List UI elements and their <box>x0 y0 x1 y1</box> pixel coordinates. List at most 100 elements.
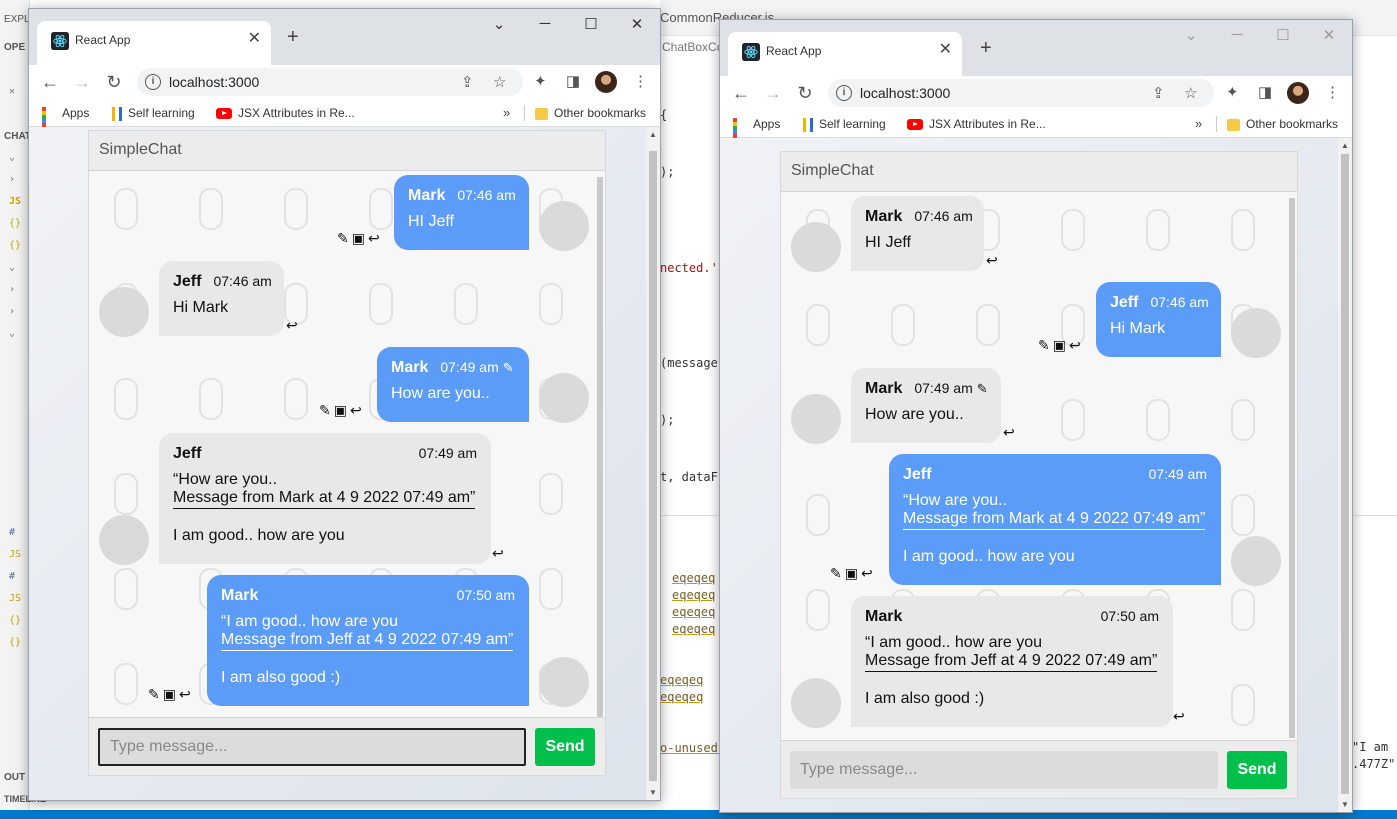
chat-scrollbar-thumb[interactable] <box>1289 198 1295 738</box>
archive-icon[interactable]: ▣ <box>163 686 177 703</box>
message-bubble[interactable]: Mark 07:49 am ✎ How are you.. <box>377 347 529 422</box>
archive-icon[interactable]: ▣ <box>1053 337 1067 354</box>
extensions-puzzle-icon[interactable]: ✦ <box>1226 83 1239 101</box>
tab-search-icon[interactable]: ⌄ <box>1181 26 1201 44</box>
profile-avatar[interactable] <box>595 71 617 93</box>
outline-label[interactable]: OUT <box>4 772 25 783</box>
message-bubble[interactable]: Mark 07:49 am ✎ How are you.. <box>851 368 1001 443</box>
quoted-message[interactable]: “I am good.. how are you Message from Jef… <box>865 634 1159 672</box>
message-bubble[interactable]: Jeff 07:49 am “How are you.. Message from … <box>889 454 1221 585</box>
message-input[interactable] <box>790 751 1218 789</box>
maximize-icon[interactable]: ☐ <box>581 15 601 33</box>
bookmark-self-learning[interactable]: Self learning <box>112 106 195 121</box>
terminal-link[interactable]: eqeqeq <box>660 673 703 687</box>
menu-kebab-icon[interactable]: ⋮ <box>633 72 648 90</box>
message-bubble[interactable]: Jeff 07:49 am “How are you.. Message from … <box>159 433 491 564</box>
forward-arrow-icon[interactable]: → <box>762 82 784 104</box>
terminal-link[interactable]: o-unused- <box>660 741 725 755</box>
more-bookmarks-icon[interactable]: » <box>1195 116 1202 131</box>
avatar[interactable] <box>539 657 589 707</box>
avatar[interactable] <box>791 394 841 444</box>
bookmark-jsx-attributes[interactable]: JSX Attributes in Re... <box>216 106 355 120</box>
json-file-icon[interactable]: {} <box>9 240 21 251</box>
browser-tab[interactable]: React App ✕ <box>728 32 962 76</box>
quoted-message[interactable]: “How are you.. Message from Mark at 4 9 2… <box>903 492 1207 530</box>
chevron-right-icon[interactable]: › <box>9 284 15 295</box>
breadcrumb[interactable]: ChatBoxCo <box>662 40 723 54</box>
avatar[interactable] <box>539 201 589 251</box>
chevron-down-icon[interactable]: ⌄ <box>9 328 15 339</box>
terminal-link[interactable]: eqeqeq <box>660 690 703 704</box>
bookmark-jsx-attributes[interactable]: JSX Attributes in Re... <box>907 117 1046 131</box>
address-bar[interactable]: i localhost:3000 ⇪ ☆ <box>137 68 523 96</box>
bookmark-self-learning[interactable]: Self learning <box>803 117 886 132</box>
tab-search-icon[interactable]: ⌄ <box>489 15 509 33</box>
pencil-icon[interactable]: ✎ <box>319 402 332 419</box>
message-bubble[interactable]: Mark 07:50 am “I am good.. how are you Mes… <box>851 596 1173 727</box>
reply-icon[interactable]: ↩ <box>1069 337 1082 354</box>
chat-messages[interactable]: Mark 07:46 am HI Jeff ↩ Jeff 07:46 am Hi M… <box>781 192 1297 742</box>
address-bar[interactable]: i localhost:3000 ⇪ ☆ <box>828 79 1214 107</box>
scrollbar-thumb[interactable] <box>1341 154 1349 794</box>
archive-icon[interactable]: ▣ <box>334 402 348 419</box>
terminal-link[interactable]: eqeqeq <box>672 622 715 636</box>
page-scrollbar[interactable]: ▲ ▼ <box>1338 138 1352 812</box>
chat-scrollbar-thumb[interactable] <box>597 177 603 717</box>
avatar[interactable] <box>99 287 149 337</box>
share-icon[interactable]: ⇪ <box>461 73 474 91</box>
archive-icon[interactable]: ▣ <box>845 565 859 582</box>
json-file-icon[interactable]: {} <box>9 637 21 648</box>
json-file-icon[interactable]: {} <box>9 615 21 626</box>
scrollbar-thumb[interactable] <box>649 151 657 781</box>
bookmark-apps[interactable]: Apps <box>733 117 780 154</box>
message-bubble[interactable]: Mark 07:46 am HI Jeff <box>394 175 529 250</box>
quoted-message[interactable]: “How are you.. Message from Mark at 4 9 2… <box>173 471 477 509</box>
chat-messages[interactable]: Mark 07:46 am HI Jeff ✎ ▣ ↩ Jeff 07:46 am Hi… <box>89 171 605 719</box>
message-bubble[interactable]: Mark 07:46 am HI Jeff <box>851 196 984 271</box>
bookmark-star-icon[interactable]: ☆ <box>493 73 506 91</box>
message-bubble[interactable]: Jeff 07:46 am Hi Mark <box>159 261 284 336</box>
avatar[interactable] <box>1231 308 1281 358</box>
page-scrollbar[interactable]: ▲ ▼ <box>646 127 660 800</box>
terminal-link[interactable]: eqeqeq <box>672 588 715 602</box>
reload-icon[interactable]: ↻ <box>794 82 816 104</box>
menu-kebab-icon[interactable]: ⋮ <box>1325 83 1340 101</box>
minimize-icon[interactable]: ─ <box>535 15 555 32</box>
reply-icon[interactable]: ↩ <box>492 545 504 562</box>
avatar[interactable] <box>99 515 149 565</box>
more-bookmarks-icon[interactable]: » <box>503 105 510 120</box>
close-tab-icon[interactable]: ✕ <box>939 41 952 59</box>
open-editors-label[interactable]: OPE <box>4 42 25 53</box>
reply-icon[interactable]: ↩ <box>1173 708 1185 725</box>
pencil-icon[interactable]: ✎ <box>1038 337 1051 354</box>
scroll-up-icon[interactable]: ▲ <box>1341 141 1349 150</box>
back-arrow-icon[interactable]: ← <box>730 82 752 104</box>
pencil-icon[interactable]: ✎ <box>830 565 843 582</box>
browser-tab[interactable]: React App ✕ <box>37 21 271 65</box>
js-file-icon[interactable]: JS <box>9 593 21 604</box>
forward-arrow-icon[interactable]: → <box>71 71 93 93</box>
js-file-icon[interactable]: JS <box>9 549 21 560</box>
reply-icon[interactable]: ↩ <box>986 252 998 269</box>
json-file-icon[interactable]: {} <box>9 218 21 229</box>
side-panel-icon[interactable]: ◨ <box>566 72 580 90</box>
chat-folder-label[interactable]: CHAT <box>4 131 31 142</box>
avatar[interactable] <box>791 222 841 272</box>
chevron-down-icon[interactable]: ⌄ <box>9 152 15 163</box>
reply-icon[interactable]: ↩ <box>861 565 874 582</box>
new-tab-icon[interactable]: + <box>287 25 299 49</box>
scroll-up-icon[interactable]: ▲ <box>649 130 657 139</box>
back-arrow-icon[interactable]: ← <box>39 71 61 93</box>
minimize-icon[interactable]: ─ <box>1227 26 1247 43</box>
send-button[interactable]: Send <box>1227 751 1287 789</box>
quoted-message[interactable]: “I am good.. how are you Message from Jef… <box>221 613 515 651</box>
pencil-icon[interactable]: ✎ <box>148 686 161 703</box>
css-file-icon[interactable]: # <box>9 527 15 538</box>
close-tab-icon[interactable]: ✕ <box>248 30 261 48</box>
terminal-link[interactable]: eqeqeq <box>672 605 715 619</box>
pencil-icon[interactable]: ✎ <box>337 230 350 247</box>
bookmark-other[interactable]: Other bookmarks <box>535 106 646 120</box>
close-icon[interactable]: ✕ <box>9 86 15 97</box>
bookmark-star-icon[interactable]: ☆ <box>1184 84 1197 102</box>
scroll-down-icon[interactable]: ▼ <box>1341 800 1349 809</box>
